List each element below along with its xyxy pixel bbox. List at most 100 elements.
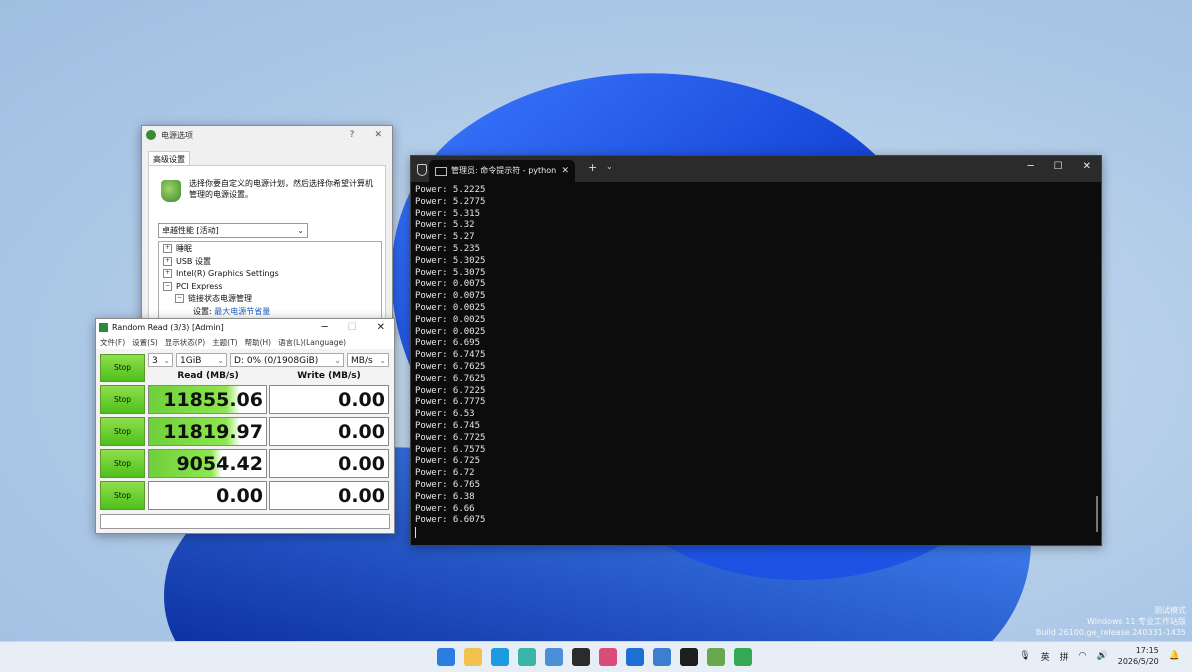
menu-bar: 文件(F) 设置(S) 显示状态(P) 主题(T) 帮助(H) 语言(L)(La… xyxy=(96,336,394,349)
window-icon[interactable] xyxy=(653,648,671,666)
tab-title: 管理员: 命令提示符 - python xyxy=(451,166,557,175)
ime-language[interactable]: 英 xyxy=(1041,650,1050,663)
output-line: Power: 5.2225 xyxy=(415,185,486,195)
cmd-icon xyxy=(435,167,447,176)
snipping-icon[interactable] xyxy=(599,648,617,666)
stop-button[interactable]: Stop xyxy=(100,417,145,446)
output-line: Power: 6.53 xyxy=(415,409,475,420)
app-icon[interactable] xyxy=(518,648,536,666)
stop-button[interactable]: Stop xyxy=(100,385,145,414)
expand-icon[interactable]: + xyxy=(163,256,172,266)
image-viewer-icon[interactable] xyxy=(545,648,563,666)
write-header: Write (MB/s) xyxy=(297,371,361,381)
taskbar-apps xyxy=(437,648,752,666)
microphone-icon[interactable]: 🎙 xyxy=(1019,651,1030,661)
menu-language[interactable]: 语言(L)(Language) xyxy=(278,336,346,349)
output-line: Power: 6.66 xyxy=(415,503,475,514)
window-title: Random Read (3/3) [Admin] xyxy=(112,323,224,332)
cmd-icon[interactable] xyxy=(680,648,698,666)
collapse-icon[interactable]: − xyxy=(163,281,172,291)
expand-icon[interactable]: + xyxy=(163,269,172,278)
terminal-window: 管理员: 命令提示符 - python ✕ + ⌄ ─ ☐ ✕ Power: 5… xyxy=(410,155,1102,546)
description-text: 选择你要自定义的电源计划，然后选择你希望计算机管理的电源设置。 xyxy=(189,179,373,199)
menu-theme[interactable]: 主题(T) xyxy=(212,336,237,349)
tree-item[interactable]: − PCI Express xyxy=(163,281,381,294)
tree-item[interactable]: − 链接状态电源管理 xyxy=(163,293,381,306)
read-result: 11819.97 xyxy=(148,417,267,446)
expand-icon[interactable]: + xyxy=(163,244,172,253)
menu-help[interactable]: 帮助(H) xyxy=(245,336,272,349)
stop-button[interactable]: Stop xyxy=(100,481,145,510)
admin-shield-icon xyxy=(417,164,427,176)
stop-button[interactable]: Stop xyxy=(100,449,145,478)
taskbar: 🎙 英 拼 ◠ 🔊 17:15 2026/5/20 🔔 xyxy=(0,641,1192,672)
menu-view[interactable]: 显示状态(P) xyxy=(165,336,205,349)
tree-setting-row[interactable]: 设置: 最大电源节省量 xyxy=(163,306,381,319)
menu-file[interactable]: 文件(F) xyxy=(100,336,125,349)
comment-field[interactable] xyxy=(100,514,390,529)
wifi-icon[interactable]: ◠ xyxy=(1079,651,1087,661)
setting-value-link[interactable]: 最大电源节省量 xyxy=(214,307,270,316)
power-plan-select[interactable]: 卓越性能 [活动] ⌄ xyxy=(158,223,308,238)
output-line: Power: 6.7775 xyxy=(415,397,486,408)
chevron-down-icon: ⌄ xyxy=(334,356,341,365)
unit-select[interactable]: MB/s ⌄ xyxy=(347,353,389,367)
output-line: Power: 6.7625 xyxy=(415,373,486,384)
terminal-output[interactable]: Power: 5.2225 Power: 5.2775 Power: 5.315 Po… xyxy=(415,185,486,539)
stop-all-button[interactable]: Stop xyxy=(100,354,145,382)
drive-select[interactable]: D: 0% (0/1908GiB) ⌄ xyxy=(230,353,344,367)
gpu-icon[interactable] xyxy=(707,648,725,666)
collapse-icon[interactable]: − xyxy=(175,294,184,303)
minimize-button[interactable]: ─ xyxy=(322,322,328,333)
close-button[interactable]: ✕ xyxy=(1083,161,1091,172)
maximize-button[interactable]: ☐ xyxy=(348,322,357,333)
chevron-down-icon: ⌄ xyxy=(217,356,224,365)
read-result: 11855.06 xyxy=(148,385,267,414)
minimize-button[interactable]: ─ xyxy=(1028,161,1034,172)
help-button[interactable]: ? xyxy=(350,130,355,140)
diskmark-icon[interactable] xyxy=(734,648,752,666)
chevron-down-icon[interactable]: ⌄ xyxy=(606,162,613,171)
output-line: Power: 5.2775 xyxy=(415,196,486,207)
window-title: 电源选项 xyxy=(161,130,193,140)
tree-item[interactable]: + USB 设置 xyxy=(163,256,381,269)
maximize-button[interactable]: ☐ xyxy=(1054,161,1063,172)
menu-settings[interactable]: 设置(S) xyxy=(132,336,158,349)
terminal-icon[interactable] xyxy=(572,648,590,666)
output-line: Power: 5.32 xyxy=(415,220,475,231)
notification-icon[interactable]: 🔔 xyxy=(1169,651,1180,661)
tab-command-prompt[interactable]: 管理员: 命令提示符 - python ✕ xyxy=(429,160,575,182)
chevron-down-icon: ⌄ xyxy=(297,226,304,235)
output-line: Power: 5.315 xyxy=(415,208,481,219)
ime-mode[interactable]: 拼 xyxy=(1060,650,1069,663)
terminal-tab-bar[interactable]: 管理员: 命令提示符 - python ✕ + ⌄ ─ ☐ ✕ xyxy=(411,156,1101,182)
new-tab-button[interactable]: + xyxy=(588,161,597,174)
clock[interactable]: 17:15 2026/5/20 xyxy=(1118,645,1159,667)
file-explorer-icon[interactable] xyxy=(464,648,482,666)
count-select[interactable]: 3 ⌄ xyxy=(148,353,173,367)
power-title-bar[interactable]: 电源选项 ? ✕ xyxy=(142,126,392,144)
output-line: Power: 0.0025 xyxy=(415,326,486,337)
size-select[interactable]: 1GiB ⌄ xyxy=(176,353,227,367)
volume-icon[interactable]: 🔊 xyxy=(1097,651,1108,661)
scrollbar[interactable] xyxy=(1096,496,1098,532)
edge-icon[interactable] xyxy=(491,648,509,666)
output-line: Power: 0.0075 xyxy=(415,279,486,290)
read-result: 0.00 xyxy=(148,481,267,510)
write-result: 0.00 xyxy=(269,417,389,446)
tree-item[interactable]: + Intel(R) Graphics Settings xyxy=(163,268,381,281)
close-button[interactable]: ✕ xyxy=(377,322,385,333)
read-header: Read (MB/s) xyxy=(177,371,239,381)
defender-icon[interactable] xyxy=(626,648,644,666)
close-button[interactable]: ✕ xyxy=(374,130,382,140)
diskmark-title-bar[interactable]: Random Read (3/3) [Admin] ─ ☐ ✕ xyxy=(96,319,394,336)
output-line: Power: 5.27 xyxy=(415,232,475,243)
output-line: Power: 6.7475 xyxy=(415,350,486,361)
tree-item[interactable]: + 睡眠 xyxy=(163,243,381,256)
write-result: 0.00 xyxy=(269,481,389,510)
write-result: 0.00 xyxy=(269,385,389,414)
close-tab-icon[interactable]: ✕ xyxy=(561,160,569,182)
start-icon[interactable] xyxy=(437,648,455,666)
power-options-window: 电源选项 ? ✕ 高级设置 选择你要自定义的电源计划，然后选择你希望计算机管理的… xyxy=(141,125,393,335)
output-line: Power: 6.72 xyxy=(415,468,475,479)
